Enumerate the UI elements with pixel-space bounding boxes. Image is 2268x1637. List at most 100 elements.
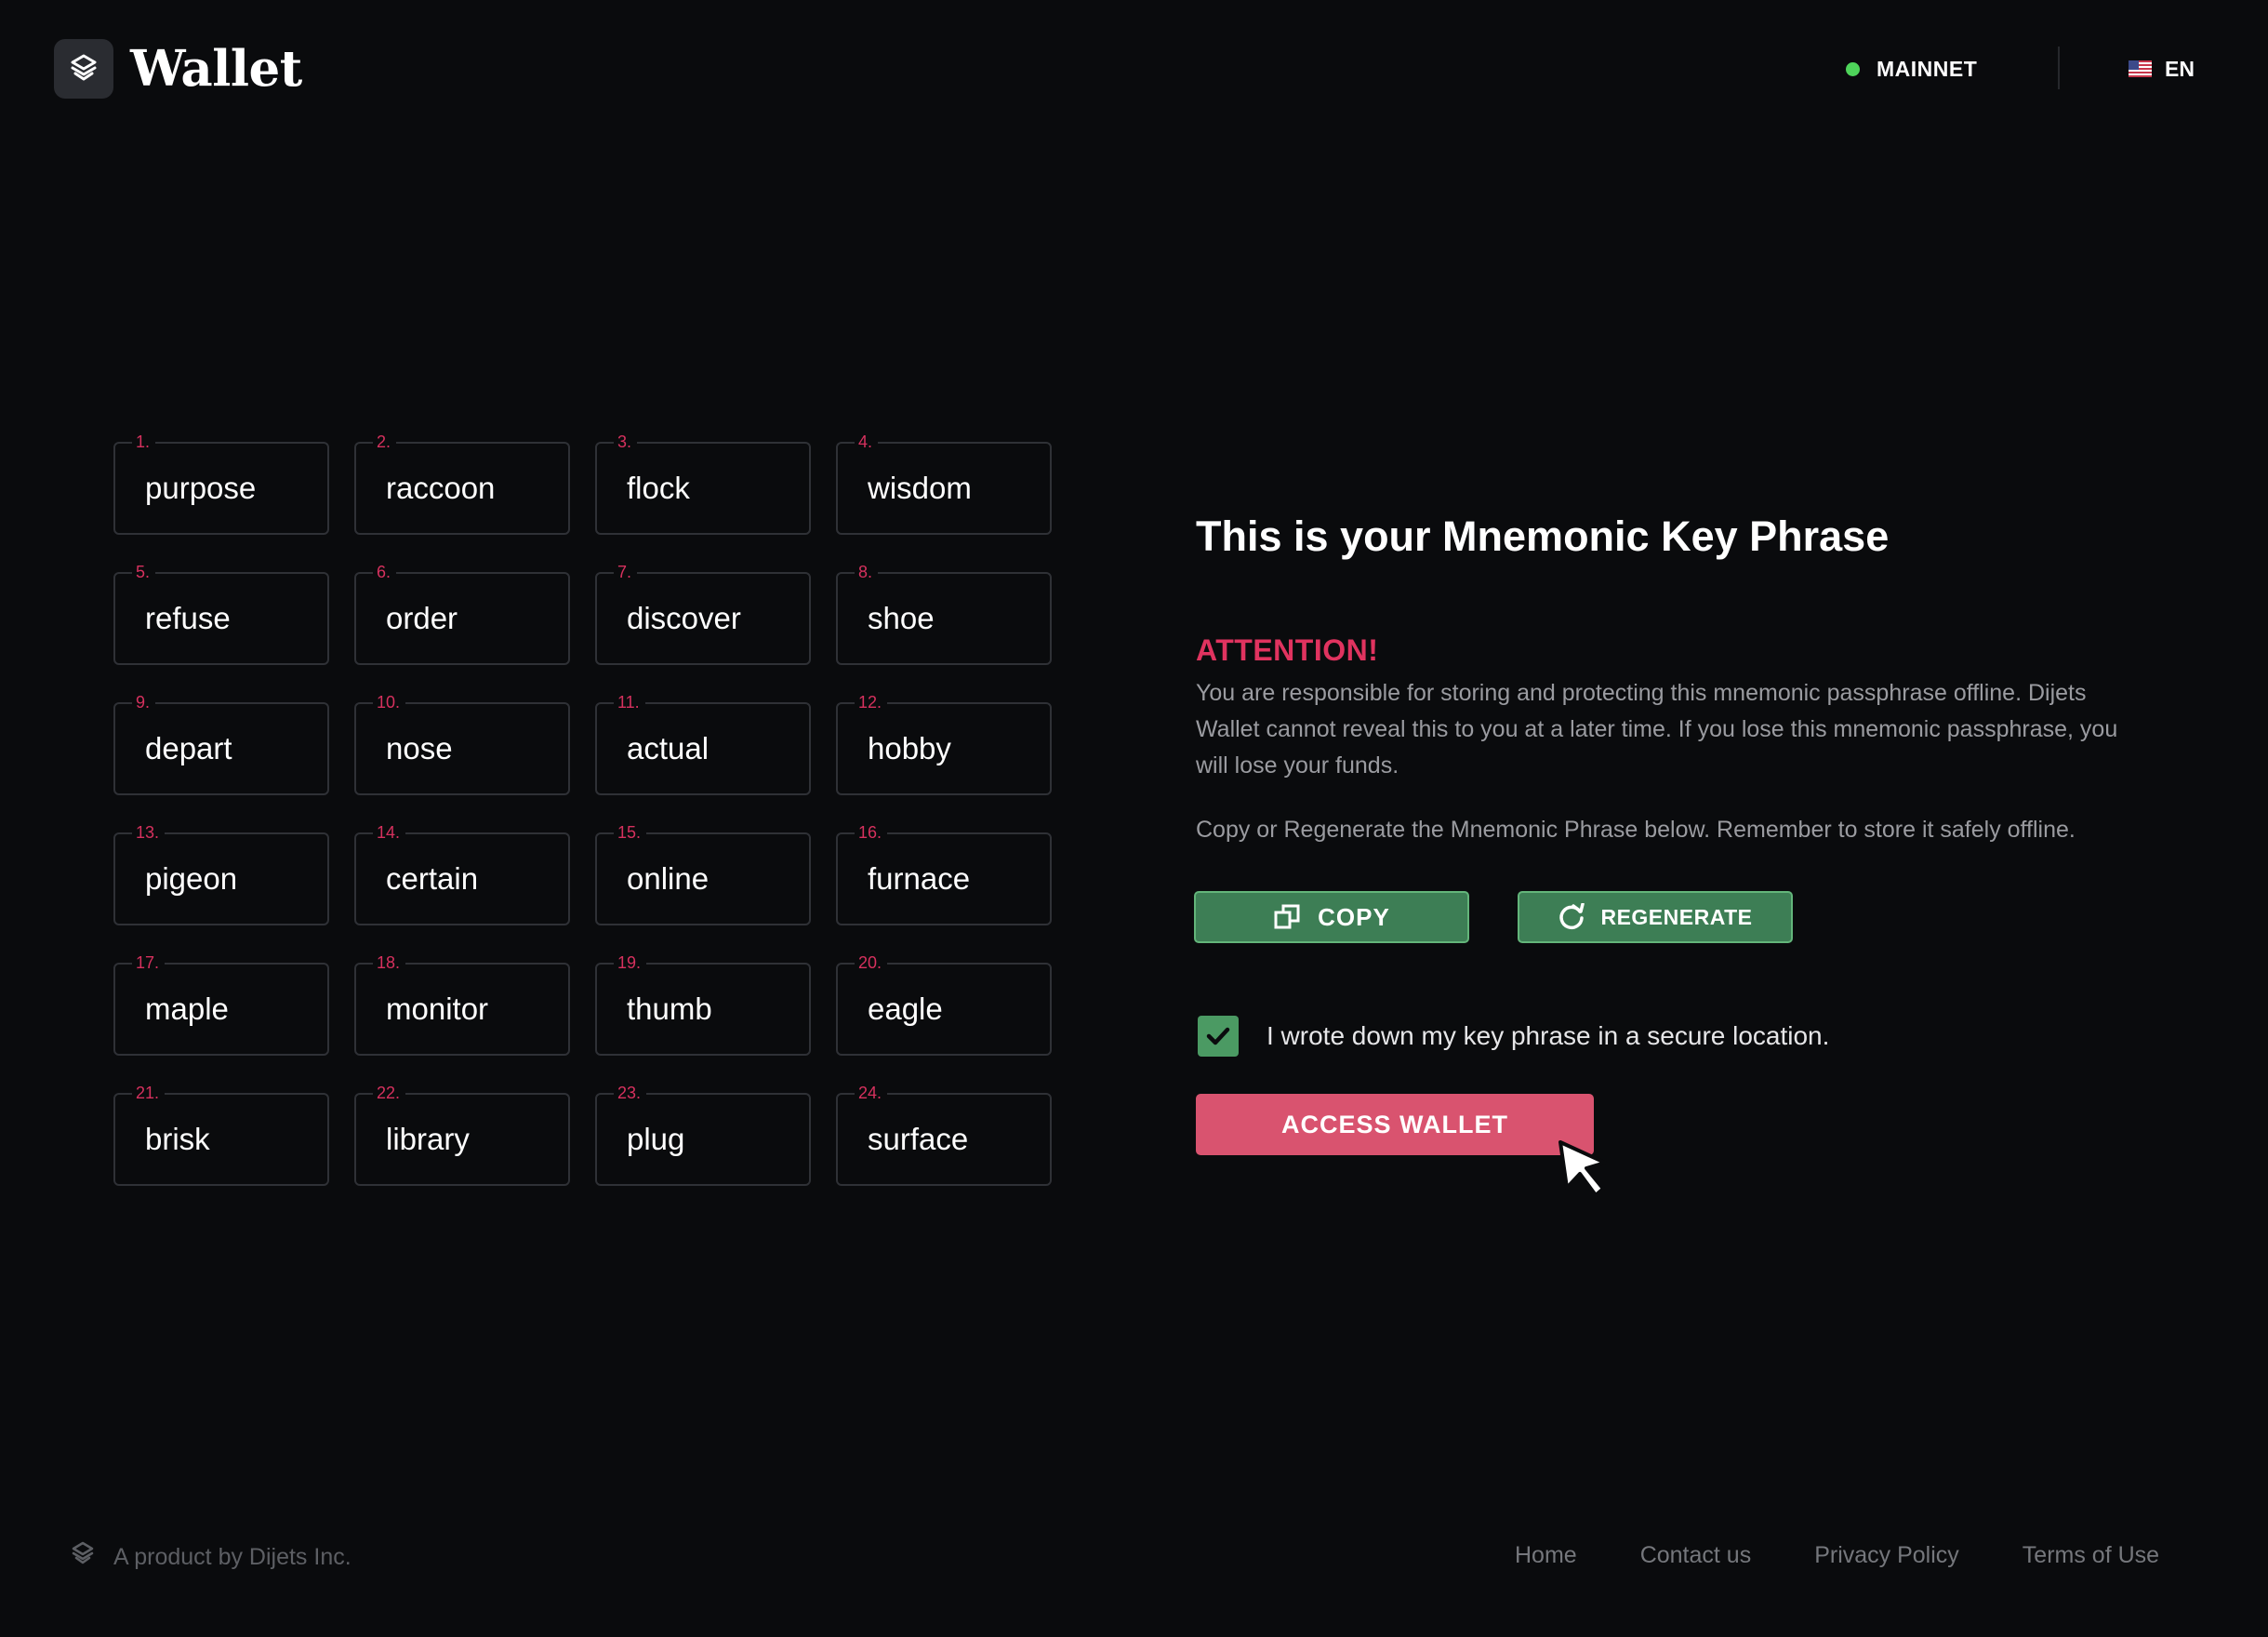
mnemonic-word: flock [627, 471, 690, 505]
mnemonic-word: order [386, 601, 458, 635]
confirmation-row: I wrote down my key phrase in a secure l… [1198, 1016, 1829, 1057]
mnemonic-word-cell: 17. maple [113, 952, 329, 1056]
mnemonic-word-cell: 24. surface [836, 1082, 1052, 1186]
mnemonic-word: certain [386, 861, 479, 896]
mnemonic-word: surface [868, 1122, 969, 1156]
mnemonic-word: shoe [868, 601, 935, 635]
footer-credit: A product by Dijets Inc. [113, 1544, 351, 1570]
mnemonic-word-number: 2. [373, 431, 397, 453]
mnemonic-word-cell: 6. order [354, 561, 570, 665]
instruction-text: Copy or Regenerate the Mnemonic Phrase b… [1196, 817, 2076, 843]
mnemonic-word-number: 3. [614, 431, 638, 453]
page: Wallet MAINNET EN 1. purpose 2. raccoon 3. fl… [0, 0, 2268, 1637]
mnemonic-word-number: 22. [373, 1082, 406, 1104]
mnemonic-word: refuse [145, 601, 231, 635]
mnemonic-word-number: 14. [373, 821, 406, 844]
regenerate-button-label: REGENERATE [1600, 904, 1753, 929]
warning-text: You are responsible for storing and prot… [1196, 680, 2118, 779]
mnemonic-word: raccoon [386, 471, 496, 505]
mnemonic-word-cell: 10. nose [354, 691, 570, 795]
attention-heading: ATTENTION! [1196, 633, 1379, 667]
mnemonic-word: wisdom [868, 471, 972, 505]
mnemonic-word-cell: 20. eagle [836, 952, 1052, 1056]
mnemonic-word: discover [627, 601, 741, 635]
mnemonic-word-number: 6. [373, 561, 397, 583]
mnemonic-word-cell: 16. furnace [836, 821, 1052, 925]
mnemonic-word: brisk [145, 1122, 210, 1156]
mnemonic-word-cell: 18. monitor [354, 952, 570, 1056]
mnemonic-word-number: 24. [855, 1082, 888, 1104]
mnemonic-word: library [386, 1122, 470, 1156]
footer-link-home[interactable]: Home [1515, 1538, 1577, 1572]
mnemonic-word-number: 4. [855, 431, 879, 453]
network-status-dot [1846, 61, 1860, 76]
mnemonic-word: depart [145, 731, 232, 765]
copy-button-label: COPY [1318, 902, 1390, 931]
mnemonic-word-cell: 2. raccoon [354, 431, 570, 535]
mnemonic-word-number: 11. [614, 691, 645, 713]
mnemonic-word: nose [386, 731, 453, 765]
confirm-checkbox-label[interactable]: I wrote down my key phrase in a secure l… [1267, 1018, 1829, 1055]
brand-name[interactable]: Wallet [130, 37, 302, 100]
footer-links: Home Contact us Privacy Policy Terms of … [1515, 1538, 2159, 1572]
pointer-cursor-icon [1558, 1140, 1607, 1197]
page-title: This is your Mnemonic Key Phrase [1196, 512, 1890, 560]
mnemonic-word: monitor [386, 992, 489, 1026]
language-label: EN [2165, 56, 2195, 81]
mnemonic-word: pigeon [145, 861, 238, 896]
mnemonic-word: actual [627, 731, 710, 765]
copy-button[interactable]: COPY [1194, 891, 1469, 943]
access-wallet-button[interactable]: ACCESS WALLET [1196, 1094, 1594, 1155]
mnemonic-word: plug [627, 1122, 685, 1156]
network-label: MAINNET [1877, 56, 1978, 81]
dijets-logo-icon[interactable] [54, 39, 113, 99]
mnemonic-word-number: 13. [132, 821, 166, 844]
checkmark-icon [1206, 1027, 1230, 1045]
refresh-icon [1559, 903, 1585, 930]
mnemonic-word-cell: 3. flock [595, 431, 811, 535]
mnemonic-word-number: 7. [614, 561, 638, 583]
mnemonic-word-cell: 22. library [354, 1082, 570, 1186]
mnemonic-word-cell: 15. online [595, 821, 811, 925]
mnemonic-word: thumb [627, 992, 712, 1026]
footer-link-contact[interactable]: Contact us [1640, 1538, 1752, 1572]
mnemonic-word-number: 17. [132, 952, 166, 974]
mnemonic-word-cell: 19. thumb [595, 952, 811, 1056]
network-selector[interactable]: MAINNET [1846, 54, 1977, 84]
mnemonic-word-cell: 7. discover [595, 561, 811, 665]
mnemonic-word-cell: 21. brisk [113, 1082, 329, 1186]
mnemonic-word-number: 20. [855, 952, 888, 974]
mnemonic-word-cell: 23. plug [595, 1082, 811, 1186]
regenerate-button[interactable]: REGENERATE [1518, 891, 1793, 943]
mnemonic-word: hobby [868, 731, 951, 765]
mnemonic-word-number: 16. [855, 821, 888, 844]
mnemonic-word-number: 19. [614, 952, 647, 974]
mnemonic-word-cell: 14. certain [354, 821, 570, 925]
mnemonic-word-cell: 12. hobby [836, 691, 1052, 795]
footer-link-terms[interactable]: Terms of Use [2023, 1538, 2159, 1572]
access-wallet-label: ACCESS WALLET [1280, 1110, 1508, 1138]
mnemonic-word: online [627, 861, 710, 896]
copy-icon [1274, 904, 1300, 929]
mnemonic-word-number: 8. [855, 561, 879, 583]
mnemonic-word-number: 21. [132, 1082, 166, 1104]
mnemonic-word-cell: 13. pigeon [113, 821, 329, 925]
mnemonic-word-cell: 1. purpose [113, 431, 329, 535]
mnemonic-word-number: 15. [614, 821, 647, 844]
mnemonic-word: eagle [868, 992, 943, 1026]
confirm-checkbox[interactable] [1198, 1016, 1239, 1057]
mnemonic-word-number: 18. [373, 952, 406, 974]
mnemonic-word-cell: 9. depart [113, 691, 329, 795]
mnemonic-word-number: 23. [614, 1082, 647, 1104]
mnemonic-word: maple [145, 992, 229, 1026]
mnemonic-word-cell: 11. actual [595, 691, 811, 795]
us-flag-icon [2129, 60, 2152, 77]
mnemonic-word: purpose [145, 471, 257, 505]
mnemonic-word-cell: 4. wisdom [836, 431, 1052, 535]
mnemonic-word-number: 9. [132, 691, 156, 713]
mnemonic-word-cell: 8. shoe [836, 561, 1052, 665]
language-selector[interactable]: EN [2129, 54, 2195, 84]
footer-link-privacy[interactable]: Privacy Policy [1814, 1538, 1959, 1572]
mnemonic-word-number: 10. [373, 691, 406, 713]
mnemonic-word-cell: 5. refuse [113, 561, 329, 665]
